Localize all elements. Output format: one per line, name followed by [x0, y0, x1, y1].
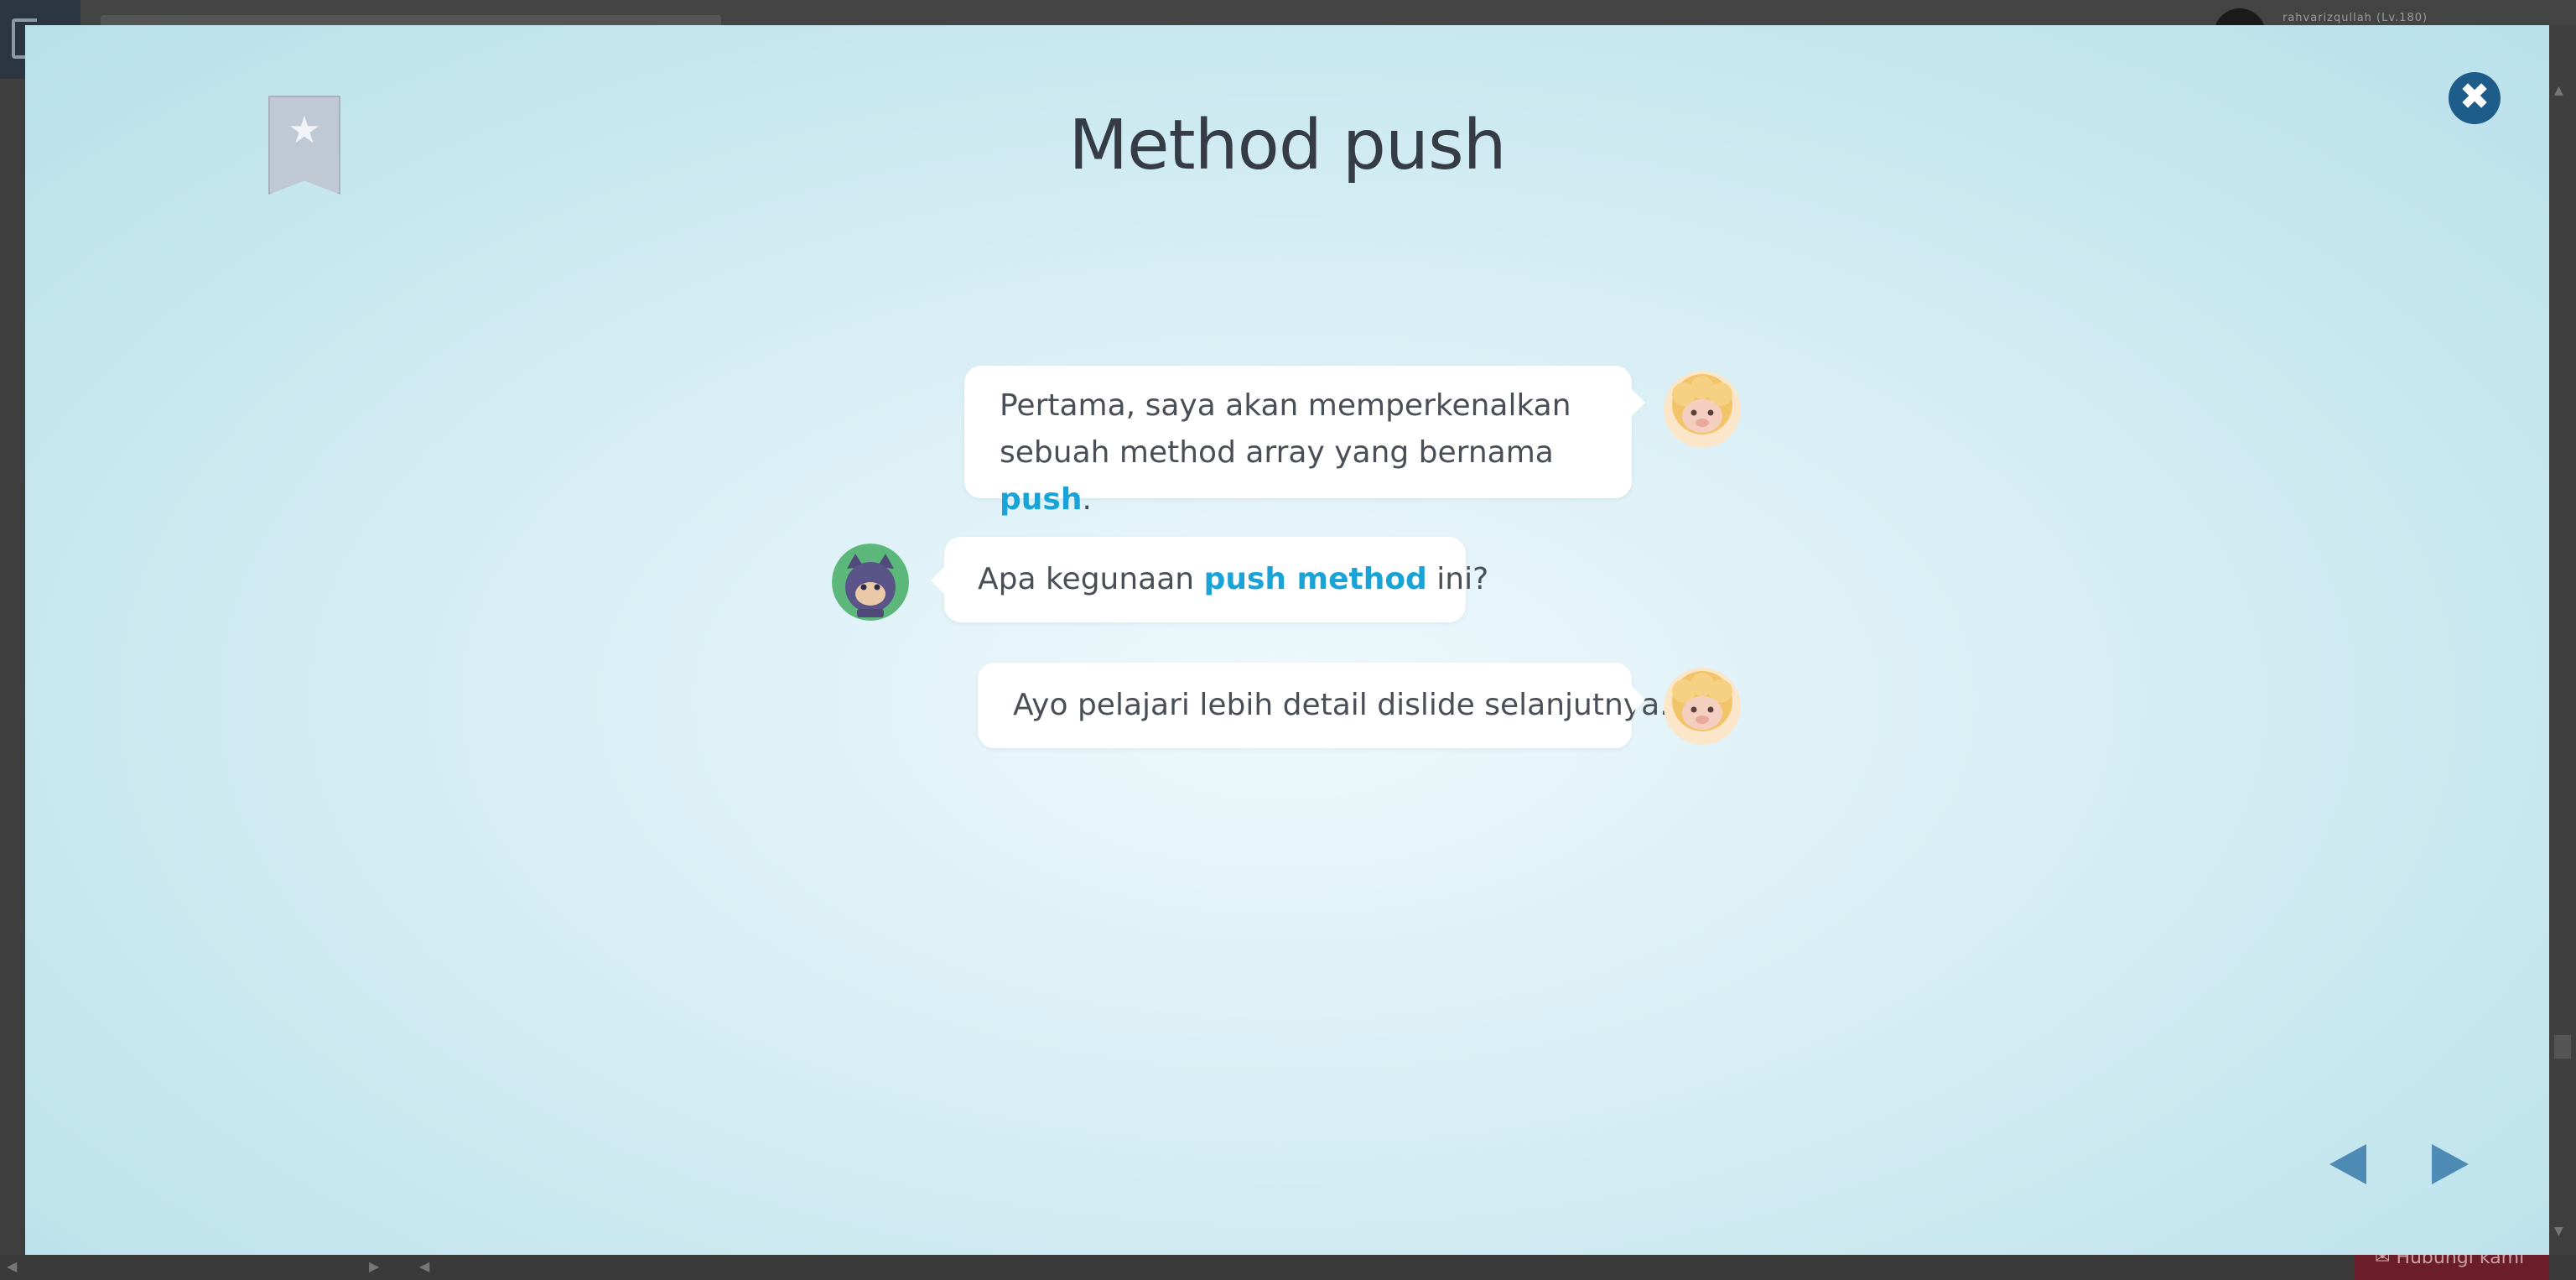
chat-text-suffix: ini?	[1426, 562, 1489, 596]
keyword-highlight: push method	[1203, 562, 1427, 596]
cat-avatar	[832, 544, 909, 621]
chat-bubble-1-line-1: Pertama, saya akan memperkenalkan	[1000, 388, 1571, 423]
chat-bubble-2: Apa kegunaan push method ini?	[931, 537, 1488, 622]
chat-text: Ayo pelajari lebih detail dislide selanj…	[1013, 688, 1670, 722]
keyword-highlight: push	[1000, 482, 1083, 517]
sheep-icon	[1664, 668, 1741, 745]
chat-text: Apa kegunaan	[978, 562, 1204, 596]
chat-bubble-1: Pertama, saya akan memperkenalkan sebuah…	[964, 366, 1645, 517]
scroll-left-icon[interactable]: ◀	[7, 1258, 17, 1274]
sheep-avatar	[1664, 371, 1741, 448]
chat-text-suffix: .	[1082, 482, 1092, 517]
vertical-scrollbar-thumb[interactable]	[2554, 1035, 2571, 1059]
scroll-right-icon[interactable]: ▶	[369, 1258, 379, 1274]
sheep-icon	[1664, 371, 1741, 448]
chat-bubble-1-line-2: sebuah method array yang bernama push.	[1000, 429, 1612, 523]
sheep-avatar	[1664, 668, 1741, 745]
scroll-down-icon[interactable]: ▼	[2554, 1225, 2563, 1238]
slide-title: Method push	[1068, 106, 1506, 185]
cat-icon	[832, 544, 909, 621]
prev-slide-button[interactable]	[2329, 1144, 2366, 1184]
user-name[interactable]: rahvarizqullah (Lv.180)	[2283, 12, 2428, 24]
chat-bubble-3: Ayo pelajari lebih detail dislide selanj…	[978, 663, 1670, 748]
chat-text: sebuah method array yang bernama	[1000, 435, 1554, 470]
scroll-up-icon[interactable]: ▲	[2554, 84, 2563, 97]
scroll-left-icon-2[interactable]: ◀	[419, 1258, 429, 1274]
lesson-modal: ★ ✖ Method push Pertama, saya akan mempe…	[25, 25, 2549, 1255]
bottom-bar	[0, 1255, 2576, 1280]
next-slide-button[interactable]	[2432, 1144, 2469, 1184]
